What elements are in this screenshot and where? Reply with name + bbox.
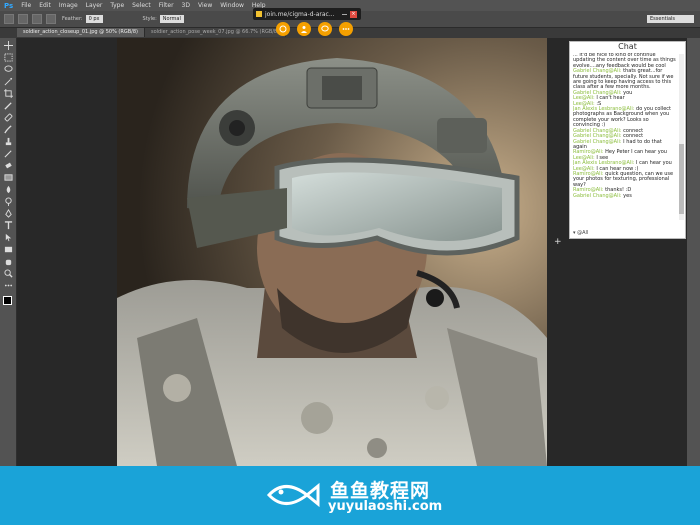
foreground-color-swatch[interactable] bbox=[3, 296, 12, 305]
clone-stamp-icon[interactable] bbox=[3, 136, 13, 146]
magic-wand-icon[interactable] bbox=[3, 76, 13, 86]
style-label: Style: bbox=[142, 16, 157, 22]
menu-select[interactable]: Select bbox=[128, 2, 155, 9]
more-tools-icon[interactable] bbox=[3, 280, 13, 290]
crop-icon[interactable] bbox=[3, 88, 13, 98]
hand-icon[interactable] bbox=[3, 256, 13, 266]
right-panel-strip bbox=[687, 38, 700, 466]
chat-message: Gabriel Chang@Ali: yes bbox=[573, 192, 676, 199]
chat-message: Ramiro@Ali: quick question, can we use y… bbox=[573, 171, 676, 188]
chat-messages: ... it'd be nice to kind of continue upd… bbox=[573, 53, 676, 221]
chat-bubble-icon[interactable] bbox=[318, 22, 332, 36]
gradient-icon[interactable] bbox=[3, 172, 13, 182]
more-options-icon[interactable] bbox=[339, 22, 353, 36]
menu-window[interactable]: Window bbox=[216, 2, 248, 9]
chat-scrollbar-thumb[interactable] bbox=[679, 144, 684, 214]
marquee-tool-icon[interactable] bbox=[4, 14, 14, 24]
marquee-icon[interactable] bbox=[3, 52, 13, 62]
chat-message: Gabriel Chang@Ali: thats great...for fut… bbox=[573, 68, 676, 91]
lasso-icon[interactable] bbox=[3, 64, 13, 74]
chat-message-text: Hey Peter I can hear you bbox=[605, 149, 667, 156]
chat-message: Jan Alexis Lesbrano@Ali: do you collect … bbox=[573, 106, 676, 129]
dodge-icon[interactable] bbox=[3, 196, 13, 206]
soldier-photo bbox=[117, 38, 547, 466]
subtract-selection-icon[interactable] bbox=[46, 14, 56, 24]
minimize-icon[interactable] bbox=[342, 13, 347, 15]
healing-brush-icon[interactable] bbox=[3, 112, 13, 122]
workspace-select[interactable]: Essentials bbox=[647, 15, 694, 23]
fish-logo-icon bbox=[266, 482, 320, 508]
add-selection-icon[interactable] bbox=[32, 14, 42, 24]
feather-input[interactable]: 0 px bbox=[85, 15, 103, 23]
zoom-icon[interactable] bbox=[3, 268, 13, 278]
chat-message: ... it'd be nice to kind of continue upd… bbox=[573, 53, 676, 69]
eraser-icon[interactable] bbox=[3, 160, 13, 170]
menu-file[interactable]: File bbox=[17, 2, 35, 9]
menu-layer[interactable]: Layer bbox=[82, 2, 107, 9]
type-tool-icon[interactable] bbox=[3, 220, 13, 230]
chat-panel: Chat ... it'd be nice to kind of continu… bbox=[569, 41, 686, 239]
rectangle-icon[interactable] bbox=[3, 244, 13, 254]
chat-title: Chat bbox=[618, 42, 637, 51]
chat-message-text: ... it'd be nice to kind of continue upd… bbox=[573, 53, 676, 69]
screen-share-icon[interactable] bbox=[276, 22, 290, 36]
menu-filter[interactable]: Filter bbox=[155, 2, 178, 9]
new-selection-icon[interactable] bbox=[18, 14, 28, 24]
feather-label: Feather: bbox=[62, 16, 83, 22]
watermark-banner: 鱼鱼教程网 yuyulaoshi.com bbox=[0, 466, 700, 525]
move-tool-icon[interactable] bbox=[3, 40, 13, 50]
blur-icon[interactable] bbox=[3, 184, 13, 194]
pen-icon[interactable] bbox=[3, 208, 13, 218]
eyedropper-icon[interactable] bbox=[3, 100, 13, 110]
tab-document-1[interactable]: soldier_action_closeup_01.jpg @ 50% (RGB… bbox=[17, 28, 145, 37]
tools-panel bbox=[0, 38, 17, 466]
menu-edit[interactable]: Edit bbox=[35, 2, 55, 9]
tab-document-2[interactable]: soldier_action_pose_week_07.jpg @ 66.7% … bbox=[144, 28, 287, 37]
path-selection-icon[interactable] bbox=[3, 232, 13, 242]
document-tabs: soldier_action_closeup_01.jpg @ 50% (RGB… bbox=[17, 28, 287, 37]
menu-image[interactable]: Image bbox=[55, 2, 82, 9]
chat-message-user: Gabriel Chang@Ali: bbox=[573, 192, 624, 199]
cursor-crosshair-icon: + bbox=[554, 237, 562, 247]
menu-type[interactable]: Type bbox=[106, 2, 128, 9]
style-select[interactable]: Normal bbox=[159, 15, 184, 23]
close-icon[interactable]: × bbox=[350, 10, 357, 18]
chat-scrollbar[interactable] bbox=[679, 54, 684, 220]
brush-icon[interactable] bbox=[3, 124, 13, 134]
menu-3d[interactable]: 3D bbox=[178, 2, 194, 9]
menu-view[interactable]: View bbox=[194, 2, 216, 9]
chat-message-text: I can hear you bbox=[636, 160, 672, 167]
participant-icon[interactable] bbox=[297, 22, 311, 36]
chat-recipient: @All bbox=[577, 230, 589, 236]
join-me-window-bar[interactable]: join.me/cigma-d-arac... × bbox=[253, 8, 361, 20]
brand-url[interactable]: yuyulaoshi.com bbox=[328, 499, 442, 514]
join-me-icon bbox=[256, 11, 262, 17]
chat-recipient-select[interactable]: ▾ @All bbox=[573, 230, 588, 236]
chat-message-text: yes bbox=[623, 192, 632, 199]
history-brush-icon[interactable] bbox=[3, 148, 13, 158]
join-me-controls bbox=[276, 22, 360, 36]
join-me-title: join.me/cigma-d-arac... bbox=[265, 10, 335, 18]
photoshop-logo: Ps bbox=[4, 1, 14, 10]
